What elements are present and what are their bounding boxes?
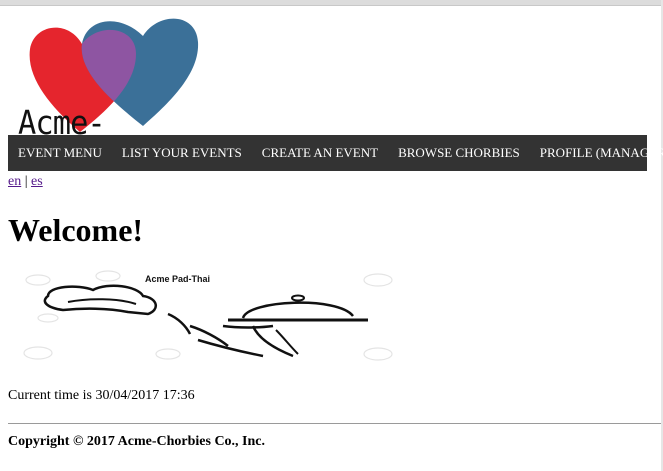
site-logo[interactable]: Acme-Chorbies: [8, 14, 213, 172]
lang-es-link[interactable]: es: [31, 174, 43, 189]
banner-text: Acme Pad-Thai: [145, 274, 210, 284]
nav-item-event-menu[interactable]: EVENT MENU: [8, 145, 112, 161]
main-nav: EVENT MENU LIST YOUR EVENTS CREATE AN EV…: [8, 135, 663, 171]
nav-item-browse-chorbies[interactable]: BROWSE CHORBIES: [388, 145, 530, 161]
footer-divider: [8, 423, 661, 424]
nav-item-list-your-events[interactable]: LIST YOUR EVENTS: [112, 145, 252, 161]
banner-image: Acme Pad-Thai: [8, 268, 403, 368]
page-title: Welcome!: [8, 212, 144, 248]
nav-item-profile[interactable]: PROFILE (MANAGER1): [530, 145, 663, 161]
browser-top-border: [0, 0, 663, 6]
lang-en-link[interactable]: en: [8, 174, 21, 189]
lang-separator: |: [24, 174, 28, 189]
language-switcher: en | es: [8, 174, 43, 190]
nav-item-create-an-event[interactable]: CREATE AN EVENT: [252, 145, 388, 161]
footer-copyright: Copyright © 2017 Acme-Chorbies Co., Inc.: [8, 434, 266, 449]
current-time-text: Current time is 30/04/2017 17:36: [8, 388, 195, 403]
